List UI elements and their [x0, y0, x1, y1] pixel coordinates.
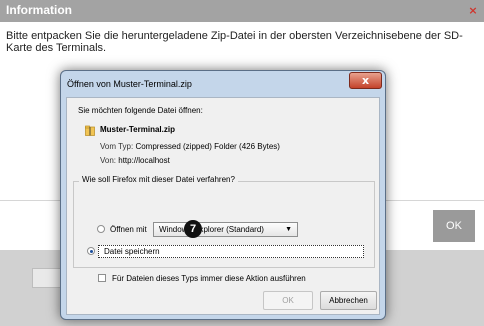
file-source-value: http://localhost [118, 156, 170, 165]
info-dialog-header: Information × [0, 0, 484, 22]
always-action-label[interactable]: Für Dateien dieses Typs immer diese Akti… [112, 274, 306, 283]
dialog-ok-button[interactable]: OK [263, 291, 313, 310]
file-source-label: Von: [100, 156, 117, 165]
action-group-legend: Wie soll Firefox mit dieser Datei verfah… [79, 175, 238, 184]
open-with-label[interactable]: Öffnen mit [110, 225, 147, 234]
file-type-row: Vom Typ: Compressed (zipped) Folder (426… [100, 142, 280, 151]
file-type-label: Vom Typ: [100, 142, 134, 151]
file-name: Muster-Terminal.zip [100, 125, 175, 134]
dialog-content: Sie möchten folgende Datei öffnen: Muste… [66, 97, 380, 315]
dialog-close-button[interactable]: x [349, 72, 382, 89]
dialog-title: Öffnen von Muster-Terminal.zip [67, 79, 192, 89]
dialog-cancel-button[interactable]: Abbrechen [320, 291, 377, 310]
save-file-radio[interactable] [87, 247, 95, 255]
info-ok-button[interactable]: OK [433, 210, 475, 242]
step-badge: 7 [184, 220, 202, 238]
open-with-radio[interactable] [97, 225, 105, 233]
zip-folder-icon [85, 125, 95, 136]
file-type-value: Compressed (zipped) Folder (426 Bytes) [135, 142, 280, 151]
chevron-down-icon: ▼ [285, 226, 292, 233]
always-action-checkbox[interactable] [98, 274, 106, 282]
info-dialog-message: Bitte entpacken Sie die heruntergeladene… [6, 30, 463, 54]
info-close-icon[interactable]: × [468, 5, 478, 16]
save-file-label[interactable]: Datei speichern [104, 247, 160, 256]
file-source-row: Von: http://localhost [100, 156, 170, 165]
firefox-open-dialog: Öffnen von Muster-Terminal.zip x Sie möc… [60, 70, 386, 320]
open-with-selected-value: Windows-Explorer (Standard) [159, 225, 264, 234]
open-question: Sie möchten folgende Datei öffnen: [78, 106, 203, 115]
info-dialog-title: Information [6, 3, 72, 17]
open-with-select[interactable]: Windows-Explorer (Standard) ▼ [153, 222, 298, 237]
